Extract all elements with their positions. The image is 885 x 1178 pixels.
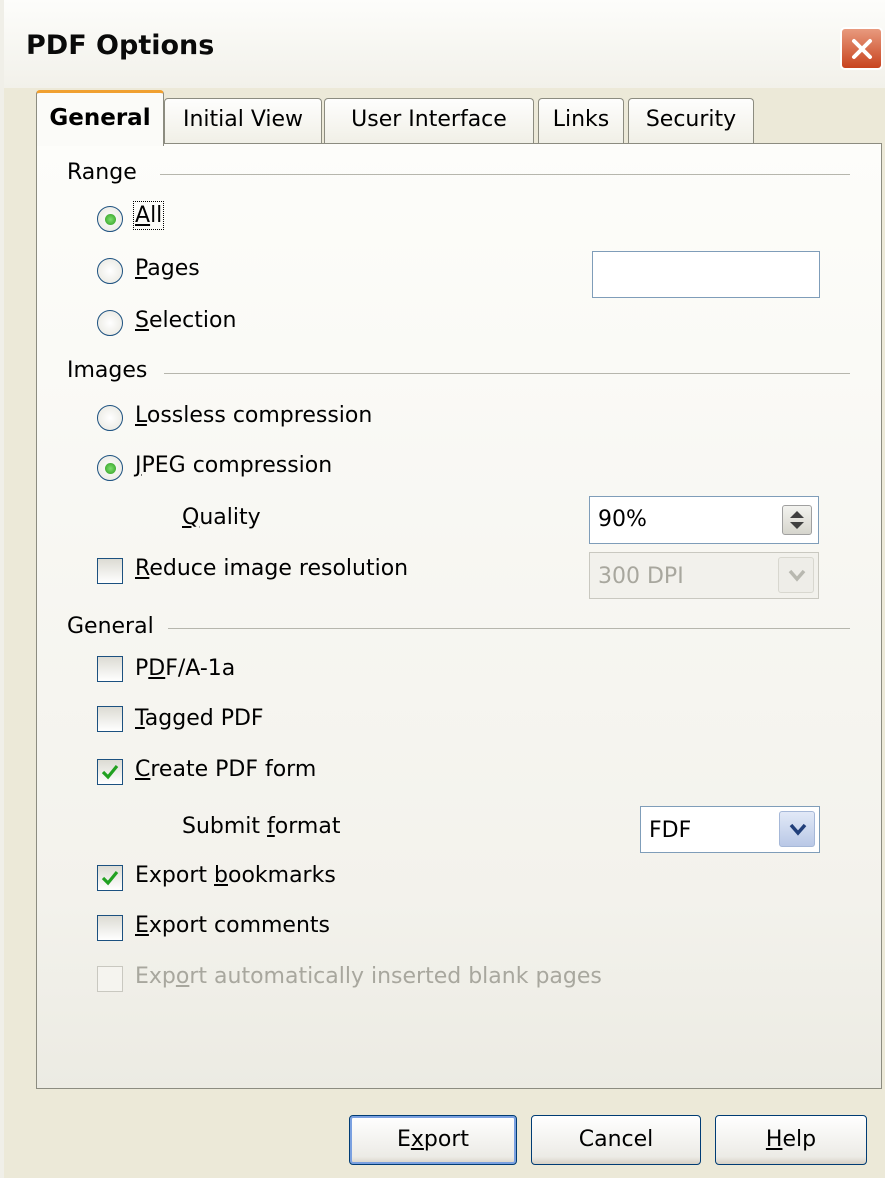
resolution-value: 300 DPI [598,564,684,589]
cancel-button[interactable]: Cancel [531,1115,701,1165]
tagged-pdf-checkbox[interactable] [97,706,123,732]
range-pages-label[interactable]: Pages [135,256,200,281]
export-button[interactable]: Export [349,1115,517,1165]
create-pdf-form-checkbox[interactable] [97,759,123,785]
pages-input[interactable] [592,251,820,298]
tagged-pdf-label[interactable]: Tagged PDF [135,706,264,731]
pdf-options-dialog: PDF Options General Initial View User In… [0,0,885,1178]
range-all-label[interactable]: All [132,201,165,230]
reduce-resolution-checkbox[interactable] [97,558,123,584]
export-bookmarks-checkbox[interactable] [97,865,123,891]
quality-label: Quality [182,505,261,530]
jpeg-compression-radio[interactable] [97,455,123,481]
export-comments-label[interactable]: Export comments [135,913,330,938]
jpeg-compression-label[interactable]: JPEG compression [135,453,332,478]
reduce-resolution-label[interactable]: Reduce image resolution [135,556,408,581]
images-divider [164,373,850,374]
chevron-down-icon[interactable] [779,811,815,847]
lossless-compression-label[interactable]: Lossless compression [135,403,372,428]
range-group-label: Range [67,160,137,185]
lossless-compression-radio[interactable] [97,405,123,431]
help-button[interactable]: Help [715,1115,867,1165]
create-pdf-form-label[interactable]: Create PDF form [135,757,316,782]
export-blank-pages-label[interactable]: Export automatically inserted blank page… [135,964,602,989]
range-selection-label[interactable]: Selection [135,308,236,333]
range-divider [160,174,850,175]
range-all-radio[interactable] [97,206,123,232]
submit-format-value: FDF [649,818,692,843]
quality-spinbox[interactable]: 90% [589,496,819,544]
range-pages-radio[interactable] [97,258,123,284]
pdfa-checkbox[interactable] [97,656,123,682]
spin-up-down-icon[interactable] [782,505,812,535]
general-divider [168,628,850,629]
quality-value: 90% [598,507,647,532]
checkmark-icon [101,764,119,780]
export-bookmarks-label[interactable]: Export bookmarks [135,863,336,888]
pdfa-label[interactable]: PDF/A-1a [135,656,235,681]
general-group-label: General [67,614,154,639]
export-comments-checkbox[interactable] [97,915,123,941]
images-group-label: Images [67,358,148,383]
range-selection-radio[interactable] [97,310,123,336]
checkmark-icon [101,870,119,886]
submit-format-label: Submit format [182,814,341,839]
chevron-down-icon[interactable] [778,557,814,593]
resolution-dropdown[interactable]: 300 DPI [589,552,819,599]
submit-format-dropdown[interactable]: FDF [640,806,820,853]
export-blank-pages-checkbox[interactable] [97,966,123,992]
